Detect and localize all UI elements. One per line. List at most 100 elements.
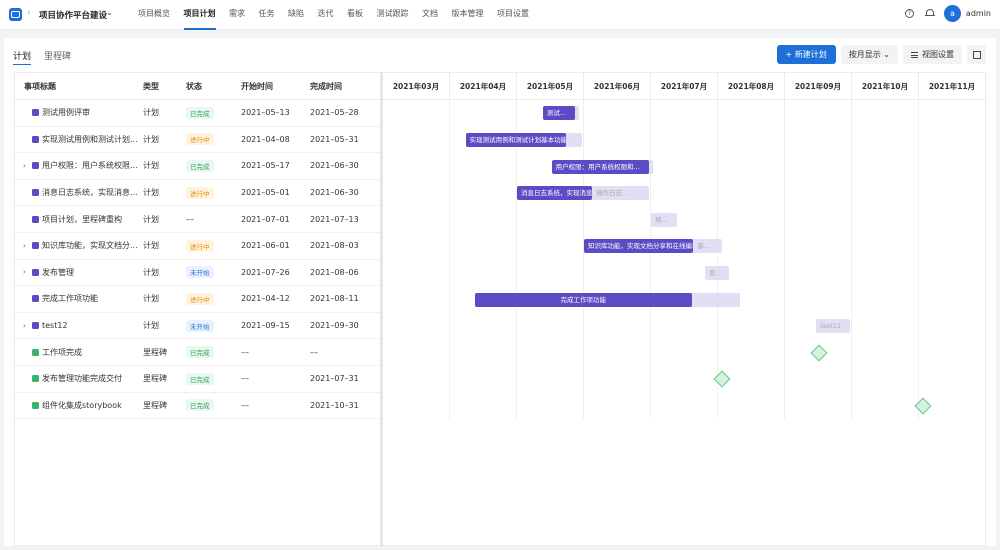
row-end: 2021–06–30 <box>310 161 359 171</box>
table-row[interactable]: 工作项完成 里程碑 已完成 –– –– <box>15 339 380 366</box>
gantt-gridline <box>717 100 718 419</box>
project-name[interactable]: 项目协作平台建设 <box>39 9 107 21</box>
row-start: 2021–05–01 <box>241 188 290 198</box>
nav-requirements[interactable]: 需求 <box>229 0 245 30</box>
milestone-diamond-icon[interactable] <box>713 370 731 388</box>
status-badge[interactable]: 进行中 <box>186 186 214 199</box>
nav-project-settings[interactable]: 项目设置 <box>497 0 529 30</box>
help-icon[interactable]: ? <box>904 9 914 18</box>
row-title[interactable]: test12 <box>42 321 68 330</box>
row-title[interactable]: 消息日志系统，实现消息... <box>42 187 138 198</box>
status-badge[interactable]: 已完成 <box>186 159 214 172</box>
table-row[interactable]: 完成工作项功能 计划 进行中 2021–04–12 2021–08–11 <box>15 286 380 313</box>
expand-chevron-icon[interactable]: › <box>23 268 32 276</box>
nav-defects[interactable]: 缺陷 <box>288 0 304 30</box>
row-title[interactable]: 知识库功能，实现文档分... <box>42 240 138 251</box>
row-title[interactable]: 完成工作项功能 <box>42 293 98 304</box>
status-badge[interactable]: 进行中 <box>186 133 214 146</box>
row-status-cell: 已完成 <box>186 159 241 172</box>
row-title[interactable]: 发布管理 <box>42 267 74 278</box>
row-title[interactable]: 工作项完成 <box>42 347 82 358</box>
nav-docs[interactable]: 文档 <box>422 0 438 30</box>
gantt-bar[interactable]: 用户权限：用户系统权限和... <box>551 159 649 174</box>
nav-overview[interactable]: 项目概览 <box>138 0 170 30</box>
app-logo-icon[interactable] <box>9 8 22 21</box>
gantt-bar[interactable]: 测试... <box>542 106 576 121</box>
gantt-bar[interactable]: 实现测试用例和测试计划基本功能 <box>465 132 566 147</box>
nav-test-tracking[interactable]: 测试跟踪 <box>377 0 409 30</box>
row-end: 2021–08–03 <box>310 241 359 251</box>
table-row[interactable]: 组件化集成storybook 里程碑 已完成 –– 2021–10–31 <box>15 393 380 420</box>
gantt-bar[interactable]: 知识库功能，实现文档分享和在线编辑， <box>584 239 694 254</box>
row-start: 2021–07–01 <box>241 214 290 224</box>
milestone-diamond-icon[interactable] <box>914 397 932 415</box>
user-name[interactable]: admin <box>966 9 991 18</box>
nav-kanban[interactable]: 看板 <box>347 0 363 30</box>
gantt-bar-remaining[interactable]: test12 <box>816 319 850 334</box>
bell-icon[interactable] <box>924 9 935 18</box>
tab-milestone[interactable]: 里程碑 <box>44 49 71 65</box>
row-title[interactable]: 实现测试用例和测试计划... <box>42 134 138 145</box>
expand-chevron-icon[interactable]: › <box>23 242 32 250</box>
status-badge[interactable]: 未开始 <box>186 266 214 279</box>
tab-plan[interactable]: 计划 <box>13 49 32 65</box>
view-by-month-dropdown[interactable]: 按月显示 ⌄ <box>840 45 898 64</box>
project-switch-chevron-down-icon[interactable]: ⌄ <box>106 8 113 17</box>
gantt-bar-remaining[interactable]: 项... <box>651 212 677 227</box>
table-row[interactable]: › 发布管理 计划 未开始 2021–07–26 2021–08–06 <box>15 260 380 287</box>
status-badge[interactable]: 已完成 <box>186 372 214 385</box>
fullscreen-button[interactable] <box>967 45 986 64</box>
row-title-cell: 项目计划，里程碑重构 <box>15 214 143 225</box>
table-row[interactable]: › 用户权限：用户系统权限... 计划 已完成 2021–05–17 2021–06–30 <box>15 153 380 180</box>
table-row[interactable]: 消息日志系统，实现消息... 计划 进行中 2021–05–01 2021–06–30 <box>15 180 380 207</box>
gantt-bar[interactable]: 消息日志系统，实现消息提醒， <box>517 186 593 201</box>
nav-iterations[interactable]: 迭代 <box>318 0 334 30</box>
header-title[interactable]: 事项标题 <box>15 81 143 92</box>
row-title-cell: › test12 <box>15 321 143 330</box>
gantt-bar[interactable]: 完成工作项功能 <box>474 292 692 307</box>
header-end[interactable]: 完成时间 <box>310 81 370 92</box>
header-type[interactable]: 类型 <box>143 81 186 92</box>
nav-version-management[interactable]: 版本管理 <box>452 0 484 30</box>
view-settings-button[interactable]: 视图设置 <box>903 45 962 64</box>
expand-chevron-icon[interactable]: › <box>23 322 32 330</box>
table-row[interactable]: 测试用例评审 计划 已完成 2021–05–13 2021–05–28 <box>15 100 380 127</box>
row-start: 2021–06–01 <box>241 241 290 251</box>
new-plan-button[interactable]: + 新建计划 <box>776 45 836 64</box>
status-badge[interactable]: 已完成 <box>186 106 214 119</box>
table-row[interactable]: 项目计划，里程碑重构 计划 –– 2021–07–01 2021–07–13 <box>15 206 380 233</box>
nav-tasks[interactable]: 任务 <box>259 0 275 30</box>
header-status[interactable]: 状态 <box>186 81 241 92</box>
row-title[interactable]: 项目计划，里程碑重构 <box>42 214 122 225</box>
table-row[interactable]: › test12 计划 未开始 2021–09–15 2021–09–30 <box>15 313 380 340</box>
row-title[interactable]: 用户权限：用户系统权限... <box>42 160 138 171</box>
milestone-icon <box>32 375 39 383</box>
gantt-bar-remaining[interactable]: 发... <box>705 265 729 280</box>
table-row[interactable]: › 知识库功能，实现文档分... 计划 进行中 2021–06–01 2021–08–03 <box>15 233 380 260</box>
status-badge[interactable]: 未开始 <box>186 319 214 332</box>
row-end: –– <box>310 347 318 357</box>
project-nav: 项目概览 项目计划 需求 任务 缺陷 迭代 看板 测试跟踪 文档 版本管理 项目… <box>138 0 543 30</box>
expand-chevron-icon[interactable]: › <box>23 162 32 170</box>
row-status-cell: 未开始 <box>186 319 241 332</box>
row-status-cell: 进行中 <box>186 133 241 146</box>
status-badge[interactable]: 进行中 <box>186 292 214 305</box>
status-badge[interactable]: 进行中 <box>186 239 214 252</box>
row-title[interactable]: 发布管理功能完成交付 <box>42 373 122 384</box>
status-badge[interactable]: 已完成 <box>186 346 214 359</box>
nav-project-plan[interactable]: 项目计划 <box>183 0 216 30</box>
avatar[interactable]: a <box>943 5 961 22</box>
header-start[interactable]: 开始时间 <box>241 81 310 92</box>
row-title[interactable]: 测试用例评审 <box>42 107 90 118</box>
table-row[interactable]: 发布管理功能完成交付 里程碑 已完成 –– 2021–07–31 <box>15 366 380 393</box>
plan-icon <box>32 295 39 303</box>
row-start: 2021–07–26 <box>241 267 290 277</box>
row-end: 2021–10–31 <box>310 400 359 410</box>
gantt-gridline <box>985 100 986 419</box>
status-badge[interactable]: 已完成 <box>186 399 214 412</box>
milestone-diamond-icon[interactable] <box>810 344 828 362</box>
table-row[interactable]: 实现测试用例和测试计划... 计划 进行中 2021–04–08 2021–05–31 <box>15 127 380 154</box>
row-end: 2021–05–31 <box>310 134 359 144</box>
row-title[interactable]: 组件化集成storybook <box>42 400 122 411</box>
row-start: 2021–05–13 <box>241 108 290 118</box>
